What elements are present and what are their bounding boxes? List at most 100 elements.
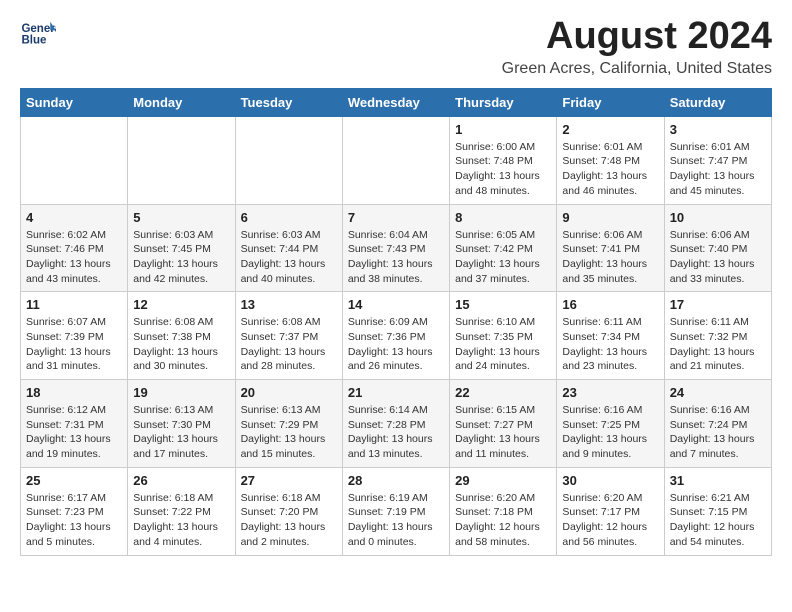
day-info: Sunrise: 6:20 AM Sunset: 7:17 PM Dayligh… [562, 491, 658, 550]
day-number: 28 [348, 473, 444, 488]
day-info: Sunrise: 6:18 AM Sunset: 7:20 PM Dayligh… [241, 491, 337, 550]
day-info: Sunrise: 6:04 AM Sunset: 7:43 PM Dayligh… [348, 228, 444, 287]
col-sunday: Sunday [21, 88, 128, 116]
calendar-cell-w1-d1 [21, 116, 128, 204]
calendar-cell-w4-d2: 19Sunrise: 6:13 AM Sunset: 7:30 PM Dayli… [128, 380, 235, 468]
title-section: August 2024 Green Acres, California, Uni… [502, 16, 772, 78]
day-info: Sunrise: 6:16 AM Sunset: 7:25 PM Dayligh… [562, 403, 658, 462]
calendar-cell-w2-d2: 5 Sunrise: 6:03 AM Sunset: 7:45 PM Daylig… [128, 204, 235, 292]
calendar-cell-w1-d6: 2 Sunrise: 6:01 AM Sunset: 7:48 PM Daylig… [557, 116, 664, 204]
svg-text:Blue: Blue [21, 34, 47, 46]
day-number: 29 [455, 473, 551, 488]
day-info: Sunrise: 6:14 AM Sunset: 7:28 PM Dayligh… [348, 403, 444, 462]
day-info: Sunrise: 6:03 AM Sunset: 7:44 PM Dayligh… [241, 228, 337, 287]
calendar-cell-w2-d5: 8 Sunrise: 6:05 AM Sunset: 7:42 PM Daylig… [450, 204, 557, 292]
day-number: 15 [455, 297, 551, 312]
day-number: 2 [562, 122, 658, 137]
day-info: Sunrise: 6:16 AM Sunset: 7:24 PM Dayligh… [670, 403, 766, 462]
day-info: Sunrise: 6:00 AM Sunset: 7:48 PM Dayligh… [455, 140, 551, 199]
calendar-cell-w5-d6: 30 Sunrise: 6:20 AM Sunset: 7:17 PM Dayli… [557, 467, 664, 555]
calendar-cell-w4-d3: 20 Sunrise: 6:13 AM Sunset: 7:29 PM Dayli… [235, 380, 342, 468]
day-number: 14 [348, 297, 444, 312]
day-number: 4 [26, 210, 122, 225]
day-info: Sunrise: 6:08 AM Sunset: 7:38 PM Dayligh… [133, 315, 229, 374]
day-info: Sunrise: 6:13 AM Sunset: 7:29 PM Dayligh… [241, 403, 337, 462]
calendar-cell-w5-d7: 31Sunrise: 6:21 AM Sunset: 7:15 PM Dayli… [664, 467, 771, 555]
day-info: Sunrise: 6:05 AM Sunset: 7:42 PM Dayligh… [455, 228, 551, 287]
calendar-cell-w2-d7: 10 Sunrise: 6:06 AM Sunset: 7:40 PM Dayli… [664, 204, 771, 292]
day-info: Sunrise: 6:08 AM Sunset: 7:37 PM Dayligh… [241, 315, 337, 374]
calendar-cell-w2-d4: 7Sunrise: 6:04 AM Sunset: 7:43 PM Daylig… [342, 204, 449, 292]
month-year-title: August 2024 [502, 16, 772, 58]
day-info: Sunrise: 6:11 AM Sunset: 7:34 PM Dayligh… [562, 315, 658, 374]
day-number: 12 [133, 297, 229, 312]
day-number: 3 [670, 122, 766, 137]
day-number: 5 [133, 210, 229, 225]
day-info: Sunrise: 6:15 AM Sunset: 7:27 PM Dayligh… [455, 403, 551, 462]
day-number: 1 [455, 122, 551, 137]
col-saturday: Saturday [664, 88, 771, 116]
calendar-week-5: 25Sunrise: 6:17 AM Sunset: 7:23 PM Dayli… [21, 467, 772, 555]
location-subtitle: Green Acres, California, United States [502, 60, 772, 78]
day-number: 20 [241, 385, 337, 400]
col-monday: Monday [128, 88, 235, 116]
day-info: Sunrise: 6:01 AM Sunset: 7:47 PM Dayligh… [670, 140, 766, 199]
calendar-cell-w2-d6: 9Sunrise: 6:06 AM Sunset: 7:41 PM Daylig… [557, 204, 664, 292]
day-info: Sunrise: 6:07 AM Sunset: 7:39 PM Dayligh… [26, 315, 122, 374]
day-info: Sunrise: 6:10 AM Sunset: 7:35 PM Dayligh… [455, 315, 551, 374]
calendar-cell-w3-d6: 16Sunrise: 6:11 AM Sunset: 7:34 PM Dayli… [557, 292, 664, 380]
calendar-cell-w3-d3: 13 Sunrise: 6:08 AM Sunset: 7:37 PM Dayli… [235, 292, 342, 380]
day-number: 17 [670, 297, 766, 312]
day-info: Sunrise: 6:09 AM Sunset: 7:36 PM Dayligh… [348, 315, 444, 374]
calendar-cell-w3-d4: 14 Sunrise: 6:09 AM Sunset: 7:36 PM Dayli… [342, 292, 449, 380]
day-number: 18 [26, 385, 122, 400]
calendar-cell-w3-d7: 17 Sunrise: 6:11 AM Sunset: 7:32 PM Dayli… [664, 292, 771, 380]
day-number: 19 [133, 385, 229, 400]
calendar-table: Sunday Monday Tuesday Wednesday Thursday… [20, 88, 772, 556]
calendar-cell-w3-d1: 11 Sunrise: 6:07 AM Sunset: 7:39 PM Dayli… [21, 292, 128, 380]
calendar-cell-w4-d4: 21 Sunrise: 6:14 AM Sunset: 7:28 PM Dayli… [342, 380, 449, 468]
day-info: Sunrise: 6:19 AM Sunset: 7:19 PM Dayligh… [348, 491, 444, 550]
calendar-cell-w1-d7: 3 Sunrise: 6:01 AM Sunset: 7:47 PM Daylig… [664, 116, 771, 204]
day-number: 24 [670, 385, 766, 400]
day-number: 26 [133, 473, 229, 488]
day-number: 22 [455, 385, 551, 400]
day-info: Sunrise: 6:02 AM Sunset: 7:46 PM Dayligh… [26, 228, 122, 287]
calendar-cell-w5-d2: 26 Sunrise: 6:18 AM Sunset: 7:22 PM Dayli… [128, 467, 235, 555]
day-number: 31 [670, 473, 766, 488]
page-header: General Blue August 2024 Green Acres, Ca… [20, 16, 772, 78]
day-number: 9 [562, 210, 658, 225]
day-number: 11 [26, 297, 122, 312]
calendar-cell-w5-d3: 27Sunrise: 6:18 AM Sunset: 7:20 PM Dayli… [235, 467, 342, 555]
day-number: 30 [562, 473, 658, 488]
day-info: Sunrise: 6:06 AM Sunset: 7:40 PM Dayligh… [670, 228, 766, 287]
calendar-cell-w1-d5: 1 Sunrise: 6:00 AM Sunset: 7:48 PM Daylig… [450, 116, 557, 204]
calendar-cell-w4-d5: 22 Sunrise: 6:15 AM Sunset: 7:27 PM Dayli… [450, 380, 557, 468]
day-info: Sunrise: 6:12 AM Sunset: 7:31 PM Dayligh… [26, 403, 122, 462]
day-number: 10 [670, 210, 766, 225]
calendar-cell-w2-d1: 4 Sunrise: 6:02 AM Sunset: 7:46 PM Daylig… [21, 204, 128, 292]
col-thursday: Thursday [450, 88, 557, 116]
day-info: Sunrise: 6:17 AM Sunset: 7:23 PM Dayligh… [26, 491, 122, 550]
day-info: Sunrise: 6:11 AM Sunset: 7:32 PM Dayligh… [670, 315, 766, 374]
day-info: Sunrise: 6:03 AM Sunset: 7:45 PM Dayligh… [133, 228, 229, 287]
day-info: Sunrise: 6:01 AM Sunset: 7:48 PM Dayligh… [562, 140, 658, 199]
day-info: Sunrise: 6:18 AM Sunset: 7:22 PM Dayligh… [133, 491, 229, 550]
logo-icon: General Blue [20, 16, 56, 52]
calendar-week-4: 18 Sunrise: 6:12 AM Sunset: 7:31 PM Dayli… [21, 380, 772, 468]
day-info: Sunrise: 6:20 AM Sunset: 7:18 PM Dayligh… [455, 491, 551, 550]
calendar-cell-w3-d2: 12 Sunrise: 6:08 AM Sunset: 7:38 PM Dayli… [128, 292, 235, 380]
calendar-header-row: Sunday Monday Tuesday Wednesday Thursday… [21, 88, 772, 116]
day-number: 8 [455, 210, 551, 225]
calendar-cell-w1-d4 [342, 116, 449, 204]
calendar-week-2: 4 Sunrise: 6:02 AM Sunset: 7:46 PM Daylig… [21, 204, 772, 292]
col-wednesday: Wednesday [342, 88, 449, 116]
day-number: 13 [241, 297, 337, 312]
day-number: 21 [348, 385, 444, 400]
calendar-cell-w4-d6: 23Sunrise: 6:16 AM Sunset: 7:25 PM Dayli… [557, 380, 664, 468]
calendar-cell-w1-d3 [235, 116, 342, 204]
col-tuesday: Tuesday [235, 88, 342, 116]
calendar-cell-w4-d1: 18 Sunrise: 6:12 AM Sunset: 7:31 PM Dayli… [21, 380, 128, 468]
calendar-cell-w1-d2 [128, 116, 235, 204]
calendar-week-3: 11 Sunrise: 6:07 AM Sunset: 7:39 PM Dayli… [21, 292, 772, 380]
